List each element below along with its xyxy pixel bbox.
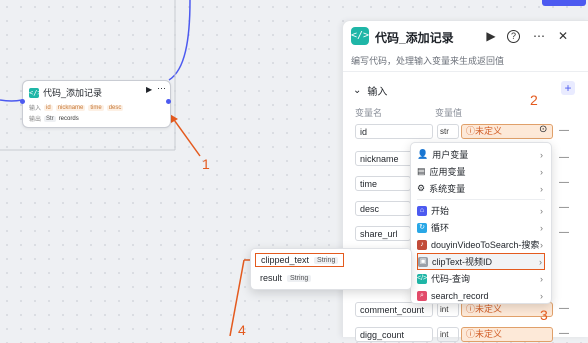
type-select[interactable]: str xyxy=(437,124,459,139)
variable-dropdown: 👤 用户变量 › ▤ 应用变量 › ⚙ 系统变量 › ⌂ 开始 › ↻ 循环 › ♪ douyinVi… xyxy=(410,142,552,304)
chevron-right-icon: › xyxy=(540,239,543,250)
more-icon[interactable]: ⋯ xyxy=(531,28,547,44)
input-chip: nickname xyxy=(55,104,86,111)
plugin-icon: ▣ xyxy=(418,256,428,267)
input-chip: desc xyxy=(106,104,124,111)
chevron-right-icon: › xyxy=(540,166,543,177)
col-header-value: 变量值 xyxy=(435,108,463,118)
dropdown-item-loop[interactable]: ↻ 循环 › xyxy=(417,219,545,236)
chevron-right-icon: › xyxy=(540,183,543,194)
annotation-3: 3 xyxy=(540,307,548,323)
remove-row-button[interactable]: — xyxy=(559,227,569,238)
remove-row-button[interactable]: — xyxy=(559,125,569,136)
remove-row-button[interactable]: — xyxy=(559,303,569,314)
output-option-result[interactable]: result String xyxy=(260,273,312,283)
start-icon: ⌂ xyxy=(417,205,427,216)
remove-row-button[interactable]: — xyxy=(559,177,569,188)
chevron-right-icon: › xyxy=(540,205,543,216)
chevron-right-icon: › xyxy=(540,273,543,284)
node-inputs: 输入 id nickname time desc xyxy=(29,104,124,112)
dropdown-item-search-record[interactable]: ⌕ search_record › xyxy=(417,287,545,304)
input-port[interactable] xyxy=(20,99,25,104)
info-icon: ⓘ xyxy=(466,304,476,314)
code-icon: </> xyxy=(29,87,42,98)
gear-icon: ⚙ xyxy=(417,183,426,193)
code-icon: </> xyxy=(417,273,428,284)
remove-row-button[interactable]: — xyxy=(559,328,569,339)
more-icon[interactable]: ⋯ xyxy=(157,83,166,94)
code-node[interactable]: </> 代码_添加记录 ▶ ⋯ 输入 id nickname time desc… xyxy=(20,80,171,128)
var-name-input[interactable]: time xyxy=(355,176,411,191)
annotation-2: 2 xyxy=(530,92,538,108)
remove-row-button[interactable]: — xyxy=(559,202,569,213)
annotation-1: 1 xyxy=(202,156,210,172)
remove-row-button[interactable]: — xyxy=(559,152,569,163)
type-select[interactable]: int xyxy=(437,327,459,342)
dropdown-item-system-vars[interactable]: ⚙ 系统变量 › xyxy=(417,180,545,197)
var-name-input[interactable]: id xyxy=(355,124,433,139)
dropdown-item-code-query[interactable]: </> 代码-查询 › xyxy=(417,270,545,287)
close-icon[interactable]: ✕ xyxy=(555,28,571,44)
type-select[interactable]: int xyxy=(437,302,459,317)
divider xyxy=(343,71,588,72)
loop-icon: ↻ xyxy=(417,222,427,233)
divider xyxy=(417,199,545,200)
var-name-input[interactable]: comment_count xyxy=(355,302,433,317)
dropdown-item-cliptext[interactable]: ▣ clipText-视频ID › xyxy=(417,253,545,270)
code-icon: </> xyxy=(351,27,369,45)
search-icon: ⌕ xyxy=(417,290,427,301)
var-name-input[interactable]: desc xyxy=(355,201,411,216)
add-input-button[interactable]: + xyxy=(561,81,575,95)
col-header-name: 变量名 xyxy=(355,108,383,118)
var-value-select[interactable]: ⓘ未定义 xyxy=(461,327,553,342)
input-chip: id xyxy=(44,104,53,111)
panel-description: 编写代码，处理输入变量来生成返回值 xyxy=(351,56,505,66)
chevron-right-icon: › xyxy=(540,149,543,160)
output-option-clipped-text[interactable]: clipped_text String xyxy=(255,253,345,267)
run-icon[interactable]: ▶ xyxy=(146,85,152,94)
dropdown-item-douyin-search[interactable]: ♪ douyinVideoToSearch-搜索 › xyxy=(417,236,545,253)
var-name-input[interactable]: share_url xyxy=(355,226,411,241)
node-title: </> 代码_添加记录 xyxy=(29,87,103,98)
node-outputs: 输出 Str records xyxy=(29,115,79,123)
settings-icon[interactable]: ⊙ xyxy=(539,124,547,135)
dropdown-item-start[interactable]: ⌂ 开始 › xyxy=(417,202,545,219)
var-name-input[interactable]: digg_count xyxy=(355,327,433,342)
chevron-down-icon: ⌄ xyxy=(353,85,362,96)
plugin-icon: ♪ xyxy=(417,239,427,250)
chevron-right-icon: › xyxy=(540,290,543,301)
input-section-header[interactable]: ⌄ 输入 xyxy=(353,83,387,98)
info-icon: ⓘ xyxy=(466,329,476,339)
input-chip: time xyxy=(88,104,104,111)
chevron-right-icon: › xyxy=(539,256,542,267)
dropdown-item-user-vars[interactable]: 👤 用户变量 › xyxy=(417,146,545,163)
output-popover: clipped_text String result String xyxy=(250,248,412,290)
chevron-right-icon: › xyxy=(540,222,543,233)
app-icon: ▤ xyxy=(417,166,426,176)
info-icon: ⓘ xyxy=(466,126,476,136)
dropdown-item-app-vars[interactable]: ▤ 应用变量 › xyxy=(417,163,545,180)
run-icon[interactable]: ▶ xyxy=(483,28,499,44)
help-icon[interactable]: ? xyxy=(507,30,520,43)
user-icon: 👤 xyxy=(417,149,429,159)
output-port[interactable] xyxy=(166,99,171,104)
panel-title: 代码_添加记录 xyxy=(375,31,454,45)
